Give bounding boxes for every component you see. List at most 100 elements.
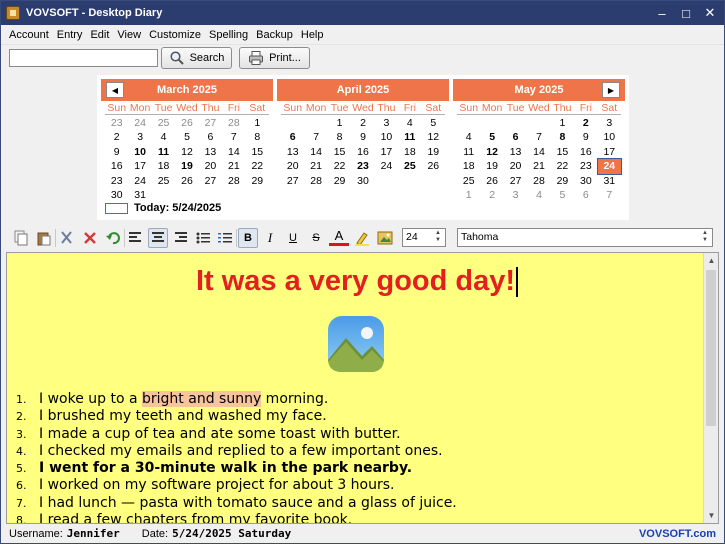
day-cell[interactable]: 21	[222, 159, 245, 173]
day-cell[interactable]: 25	[398, 159, 421, 173]
next-month-arrow-icon[interactable]: ▶	[602, 82, 620, 98]
day-cell[interactable]: 21	[527, 159, 550, 173]
day-cell[interactable]: 8	[328, 130, 351, 144]
font-size-field[interactable]: 24 ▲ ▼	[402, 228, 446, 247]
day-cell[interactable]: 2	[480, 188, 503, 202]
day-cell[interactable]: 20	[504, 159, 527, 173]
day-cell[interactable]: 25	[152, 116, 175, 130]
day-cell[interactable]: 8	[551, 130, 574, 144]
day-cell[interactable]: 9	[351, 130, 374, 144]
menu-view[interactable]: View	[113, 29, 145, 41]
day-cell[interactable]: 3	[375, 116, 398, 130]
day-cell[interactable]: 8	[246, 130, 269, 144]
day-cell[interactable]: 22	[246, 159, 269, 173]
diary-editor[interactable]: It was a very good day! 1. I woke up to a…	[6, 252, 719, 524]
day-cell[interactable]: 3	[128, 130, 151, 144]
day-cell[interactable]: 12	[480, 145, 503, 159]
day-cell[interactable]: 14	[304, 145, 327, 159]
day-cell[interactable]: 31	[598, 174, 621, 188]
day-cell[interactable]: 29	[246, 174, 269, 188]
day-cell[interactable]: 4	[527, 188, 550, 202]
day-cell[interactable]: 31	[128, 188, 151, 202]
scroll-up-arrow-icon[interactable]: ▲	[704, 253, 718, 268]
day-cell[interactable]: 30	[574, 174, 597, 188]
day-cell[interactable]: 2	[351, 116, 374, 130]
cut-icon[interactable]	[57, 228, 77, 248]
day-cell[interactable]: 7	[598, 188, 621, 202]
menu-entry[interactable]: Entry	[53, 29, 87, 41]
align-left-icon[interactable]	[126, 228, 146, 248]
day-cell[interactable]: 14	[222, 145, 245, 159]
day-cell[interactable]: 24	[128, 174, 151, 188]
menu-account[interactable]: Account	[5, 29, 53, 41]
day-cell[interactable]: 11	[398, 130, 421, 144]
day-cell[interactable]: 15	[551, 145, 574, 159]
day-cell[interactable]: 3	[504, 188, 527, 202]
day-cell[interactable]: 17	[375, 145, 398, 159]
day-cell[interactable]: 26	[480, 174, 503, 188]
day-cell[interactable]: 23	[105, 174, 128, 188]
day-cell[interactable]: 19	[480, 159, 503, 173]
day-cell[interactable]: 26	[175, 116, 198, 130]
day-cell[interactable]: 24	[375, 159, 398, 173]
day-cell[interactable]: 21	[304, 159, 327, 173]
day-cell[interactable]: 11	[457, 145, 480, 159]
day-cell[interactable]: 2	[574, 116, 597, 130]
maximize-button[interactable]: □	[675, 1, 697, 25]
day-cell[interactable]: 3	[598, 116, 621, 130]
day-cell[interactable]: 11	[152, 145, 175, 159]
day-cell[interactable]: 14	[527, 145, 550, 159]
bullet-list-icon[interactable]	[193, 228, 213, 248]
day-cell[interactable]: 5	[551, 188, 574, 202]
day-cell[interactable]: 6	[199, 130, 222, 144]
day-cell[interactable]: 30	[351, 174, 374, 188]
day-cell[interactable]: 25	[152, 174, 175, 188]
day-cell[interactable]: 22	[551, 159, 574, 173]
day-cell[interactable]: 26	[175, 174, 198, 188]
day-cell[interactable]: 1	[457, 188, 480, 202]
menu-customize[interactable]: Customize	[145, 29, 205, 41]
day-cell[interactable]: 13	[281, 145, 304, 159]
day-cell[interactable]: 27	[199, 174, 222, 188]
day-cell[interactable]: 18	[398, 145, 421, 159]
day-cell[interactable]: 15	[328, 145, 351, 159]
delete-icon[interactable]	[80, 228, 100, 248]
day-cell[interactable]: 28	[527, 174, 550, 188]
day-cell[interactable]: 12	[422, 130, 445, 144]
day-cell[interactable]: 16	[351, 145, 374, 159]
day-cell[interactable]: 1	[246, 116, 269, 130]
brand-link[interactable]: VOVSOFT.com	[639, 528, 716, 540]
day-cell[interactable]: 17	[128, 159, 151, 173]
day-cell[interactable]: 17	[598, 145, 621, 159]
day-cell[interactable]: 20	[199, 159, 222, 173]
font-color-icon[interactable]: A	[329, 228, 349, 246]
day-cell[interactable]: 23	[105, 116, 128, 130]
align-right-icon[interactable]	[170, 228, 190, 248]
menu-backup[interactable]: Backup	[252, 29, 297, 41]
day-cell[interactable]: 29	[328, 174, 351, 188]
day-cell[interactable]: 19	[422, 145, 445, 159]
day-cell[interactable]: 7	[304, 130, 327, 144]
day-cell[interactable]: 9	[574, 130, 597, 144]
search-input[interactable]	[9, 49, 158, 67]
day-cell[interactable]: 16	[105, 159, 128, 173]
day-cell[interactable]: 7	[222, 130, 245, 144]
strikethrough-icon[interactable]: S	[306, 228, 326, 248]
day-cell[interactable]: 15	[246, 145, 269, 159]
scroll-down-arrow-icon[interactable]: ▼	[704, 508, 718, 523]
day-cell[interactable]: 1	[328, 116, 351, 130]
italic-icon[interactable]: I	[260, 228, 280, 248]
day-cell[interactable]: 10	[598, 130, 621, 144]
day-cell[interactable]: 5	[422, 116, 445, 130]
font-name-select[interactable]: Tahoma ▲ ▼	[457, 228, 713, 247]
day-cell[interactable]: 16	[574, 145, 597, 159]
underline-icon[interactable]: U	[283, 228, 303, 248]
day-cell[interactable]: 30	[105, 188, 128, 202]
paste-icon[interactable]	[34, 228, 54, 248]
day-cell[interactable]: 27	[504, 174, 527, 188]
day-cell[interactable]: 6	[574, 188, 597, 202]
close-button[interactable]: ✕	[699, 1, 721, 25]
day-cell[interactable]: 24	[128, 116, 151, 130]
search-button[interactable]: Search	[161, 47, 232, 69]
day-cell[interactable]: 23	[351, 159, 374, 173]
